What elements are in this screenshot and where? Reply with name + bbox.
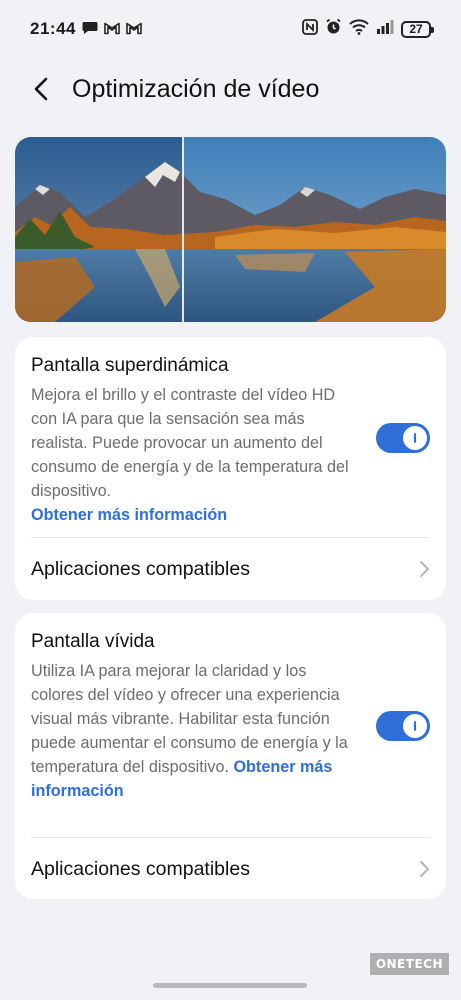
compatible-apps-label: Aplicaciones compatibles: [31, 557, 250, 580]
chevron-right-icon: [420, 861, 429, 877]
vivid-toggle[interactable]: [376, 711, 430, 741]
status-time: 21:44: [30, 19, 76, 38]
back-button[interactable]: [32, 69, 60, 109]
home-indicator[interactable]: [153, 983, 307, 988]
gmail-icon: [126, 22, 142, 37]
status-bar: 21:44 27: [0, 0, 461, 58]
chat-bubble-icon: [82, 21, 98, 37]
setting-description-text: Mejora el brillo y el contraste del víde…: [31, 386, 349, 500]
learn-more-link[interactable]: Obtener más información: [31, 506, 227, 524]
chevron-right-icon: [420, 561, 429, 577]
gmail-icon: [104, 22, 120, 37]
toggle-knob: [403, 714, 427, 738]
setting-description: Utiliza IA para mejorar la claridad y lo…: [31, 659, 349, 803]
setting-description: Mejora el brillo y el contraste del víde…: [31, 383, 349, 527]
battery-indicator: 27: [401, 20, 434, 38]
wifi-icon: [349, 18, 369, 40]
watermark: ONETECH: [369, 953, 449, 975]
toggle-knob: [403, 426, 427, 450]
status-bar-left: 21:44: [30, 19, 142, 39]
back-arrow-icon: [34, 77, 48, 101]
compatible-apps-row[interactable]: Aplicaciones compatibles: [15, 538, 446, 600]
app-header: Optimización de vídeo: [0, 58, 461, 120]
alarm-icon: [325, 18, 342, 40]
signal-icon: [376, 19, 394, 39]
setting-title: Pantalla superdinámica: [31, 355, 229, 376]
status-bar-right: 27: [302, 18, 434, 40]
compatible-apps-label: Aplicaciones compatibles: [31, 857, 250, 880]
nfc-icon: [302, 18, 318, 40]
page-title: Optimización de vídeo: [72, 74, 320, 103]
compatible-apps-row[interactable]: Aplicaciones compatibles: [15, 838, 446, 900]
video-preview-image: [15, 137, 446, 322]
setting-title: Pantalla vívida: [31, 631, 155, 652]
setting-card-vivid: Pantalla vívida Utiliza IA para mejorar …: [15, 613, 446, 899]
setting-row-vivid[interactable]: Pantalla vívida Utiliza IA para mejorar …: [15, 613, 446, 803]
setting-card-superdynamic: Pantalla superdinámica Mejora el brillo …: [15, 337, 446, 600]
superdynamic-toggle[interactable]: [376, 423, 430, 453]
